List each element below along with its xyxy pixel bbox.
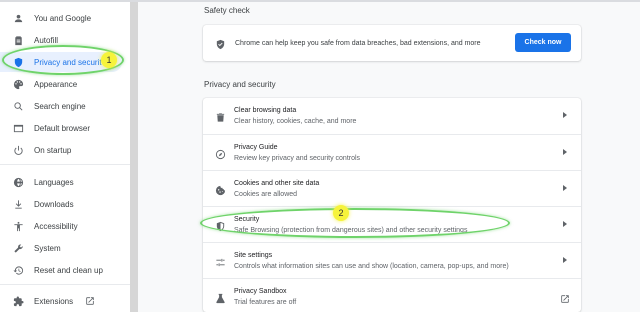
row-title: Site settings (234, 252, 273, 259)
security-row[interactable]: Security Safe Browsing (protection from … (203, 206, 581, 242)
palette-icon (12, 78, 24, 90)
sidebar-item-extensions[interactable]: Extensions (0, 291, 130, 311)
chevron-right-icon (563, 149, 567, 155)
sidebar-item-label: Downloads (34, 199, 74, 209)
sidebar-item-you-and-google[interactable]: You and Google (0, 8, 130, 28)
shield-check-icon (215, 37, 227, 50)
row-title: Privacy Sandbox (234, 288, 287, 295)
sidebar-item-system[interactable]: System (0, 238, 130, 258)
sidebar-item-label: Autofill (34, 35, 59, 45)
cookie-icon (215, 183, 226, 196)
sidebar-item-search-engine[interactable]: Search engine (0, 96, 130, 116)
download-icon (12, 198, 24, 210)
sidebar-item-default-browser[interactable]: Default browser (0, 118, 130, 138)
browser-icon (12, 122, 24, 134)
cookies-and-site-data-row[interactable]: Cookies and other site data Cookies are … (203, 170, 581, 206)
flask-icon (215, 291, 226, 304)
chevron-right-icon (563, 112, 567, 118)
sidebar-item-on-startup[interactable]: On startup (0, 140, 130, 160)
sidebar-item-languages[interactable]: Languages (0, 172, 130, 192)
privacy-and-security-heading: Privacy and security (204, 80, 276, 89)
sidebar-item-autofill[interactable]: Autofill (0, 30, 130, 50)
step-badge-2: 2 (333, 205, 349, 221)
sidebar-item-label: Extensions (34, 296, 74, 306)
sidebar-item-downloads[interactable]: Downloads (0, 194, 130, 214)
puzzle-icon (12, 295, 24, 307)
sidebar-item-label: Accessibility (34, 221, 78, 231)
row-subtitle: Safe Browsing (protection from dangerous… (234, 227, 468, 234)
open-in-new-icon[interactable] (560, 291, 570, 303)
sidebar-scrollbar[interactable] (130, 2, 138, 312)
safety-check-heading: Safety check (204, 6, 250, 15)
safety-check-card: Chrome can help keep you safe from data … (203, 25, 581, 61)
sidebar-item-label: Appearance (34, 79, 78, 89)
sidebar-item-accessibility[interactable]: Accessibility (0, 216, 130, 236)
shield-icon (215, 219, 226, 232)
step-badge-1: 1 (101, 52, 117, 68)
check-now-button[interactable]: Check now (515, 33, 571, 52)
wrench-icon (12, 242, 24, 254)
power-icon (12, 144, 24, 156)
settings-sidebar: You and Google Autofill Privacy and secu… (0, 2, 130, 312)
shield-icon (12, 56, 24, 68)
open-in-new-icon[interactable] (85, 296, 95, 306)
accessibility-icon (12, 220, 24, 232)
row-title: Clear browsing data (234, 107, 297, 114)
compass-icon (215, 147, 226, 160)
sidebar-item-label: Languages (34, 177, 74, 187)
row-subtitle: Trial features are off (234, 299, 297, 306)
row-subtitle: Controls what information sites can use … (234, 263, 509, 270)
row-subtitle: Cookies are allowed (234, 191, 298, 198)
trash-icon (215, 110, 226, 122)
clipboard-icon (12, 34, 24, 46)
safety-check-description: Chrome can help keep you safe from data … (235, 39, 481, 47)
chevron-right-icon (563, 221, 567, 227)
globe-icon (12, 176, 24, 188)
privacy-sandbox-row[interactable]: Privacy Sandbox Trial features are off (203, 278, 581, 312)
row-title: Privacy Guide (234, 144, 278, 151)
clear-browsing-data-row[interactable]: Clear browsing data Clear history, cooki… (203, 98, 581, 134)
sidebar-item-label: You and Google (34, 13, 92, 23)
sidebar-item-label: On startup (34, 145, 72, 155)
search-icon (12, 100, 24, 112)
chevron-right-icon (563, 257, 567, 263)
sidebar-item-label: Reset and clean up (34, 265, 103, 275)
sidebar-item-label: Privacy and securit (34, 57, 102, 67)
sidebar-item-reset-and-clean-up[interactable]: Reset and clean up (0, 260, 130, 280)
chevron-right-icon (563, 185, 567, 191)
row-subtitle: Review key privacy and security controls (234, 155, 361, 162)
site-settings-row[interactable]: Site settings Controls what information … (203, 242, 581, 278)
sidebar-item-appearance[interactable]: Appearance (0, 74, 130, 94)
sidebar-divider (0, 284, 130, 285)
sidebar-item-label: System (34, 243, 61, 253)
reset-icon (12, 264, 24, 276)
person-icon (12, 12, 24, 24)
sliders-icon (215, 255, 226, 267)
row-title: Security (234, 216, 260, 223)
sidebar-item-label: Default browser (34, 123, 91, 133)
row-subtitle: Clear history, cookies, cache, and more (234, 118, 357, 125)
sidebar-item-label: Search engine (34, 101, 86, 111)
row-title: Cookies and other site data (234, 180, 320, 187)
sidebar-divider (0, 164, 130, 165)
privacy-guide-row[interactable]: Privacy Guide Review key privacy and sec… (203, 134, 581, 170)
privacy-and-security-card: Clear browsing data Clear history, cooki… (203, 98, 581, 312)
